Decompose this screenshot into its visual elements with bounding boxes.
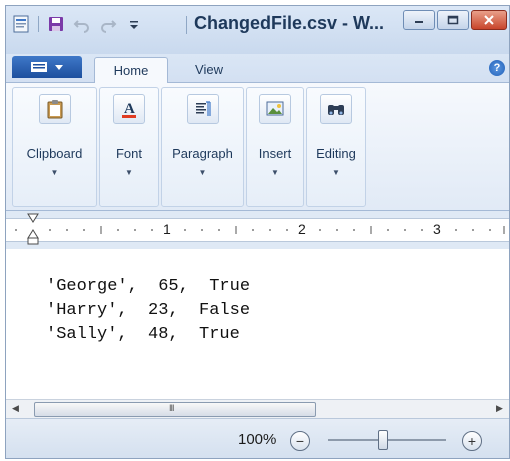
zoom-out-button[interactable]: − <box>290 431 310 451</box>
redo-icon[interactable] <box>97 14 119 34</box>
tab-view[interactable]: View <box>184 57 234 82</box>
minimize-button[interactable] <box>403 10 435 30</box>
title-separator <box>186 16 187 34</box>
tab-home[interactable]: Home <box>94 57 168 83</box>
title-bar: ChangedFile.csv - W... <box>6 6 509 54</box>
insert-group[interactable]: Insert ▼ <box>246 87 304 207</box>
document-line: 'George', 65, True <box>46 277 251 296</box>
document-line: 'Sally', 48, True <box>46 325 240 344</box>
clipboard-group[interactable]: Clipboard ▼ <box>12 87 97 207</box>
minimize-icon <box>415 21 423 23</box>
paragraph-group[interactable]: Paragraph ▼ <box>161 87 244 207</box>
zoom-slider-thumb[interactable] <box>378 430 388 450</box>
ruler[interactable]: 1 2 3 <box>6 211 509 249</box>
scroll-thumb[interactable]: III <box>34 402 316 417</box>
close-icon <box>484 15 494 25</box>
ruler-number: 2 <box>298 221 306 237</box>
application-menu-button[interactable] <box>12 56 82 78</box>
toolbar-separator <box>38 16 39 32</box>
insert-label: Insert <box>258 146 292 161</box>
scroll-left-icon[interactable]: ◀ <box>12 403 19 414</box>
font-color-icon: A <box>113 94 145 124</box>
chevron-down-icon <box>55 65 63 70</box>
help-icon[interactable]: ? <box>489 60 505 76</box>
ruler-bar: 1 2 3 <box>6 218 509 242</box>
chevron-down-icon: ▼ <box>50 168 59 177</box>
paragraph-label: Paragraph <box>172 146 233 161</box>
chevron-down-icon: ▼ <box>125 168 133 177</box>
ribbon-tabs: Home View ? <box>6 54 509 83</box>
zoom-in-button[interactable]: + <box>462 431 482 451</box>
wordpad-window: ChangedFile.csv - W... Home View ? Clipb… <box>5 5 510 459</box>
scroll-right-icon[interactable]: ▶ <box>496 403 503 414</box>
status-bar: 100% − + <box>6 418 509 458</box>
close-button[interactable] <box>471 10 507 30</box>
maximize-icon <box>447 15 459 25</box>
editing-group[interactable]: Editing ▼ <box>306 87 366 207</box>
ribbon-home: Clipboard ▼ A Font ▼ Paragraph ▼ Insert … <box>6 83 509 211</box>
document-line: 'Harry', 23, False <box>46 301 251 320</box>
save-icon[interactable] <box>45 14 67 34</box>
font-group[interactable]: A Font ▼ <box>99 87 159 207</box>
quick-access-toolbar <box>10 14 145 34</box>
window-controls <box>403 10 507 30</box>
indent-marker-icon[interactable] <box>26 212 40 246</box>
svg-text:A: A <box>124 101 135 117</box>
chevron-down-icon: ▼ <box>332 168 340 177</box>
zoom-in-icon: + <box>467 433 477 449</box>
clipboard-label: Clipboard <box>26 146 83 161</box>
zoom-level: 100% <box>238 431 277 448</box>
app-icon[interactable] <box>10 14 32 34</box>
ruler-number: 3 <box>433 221 441 237</box>
customize-dropdown-icon[interactable] <box>123 14 145 34</box>
document-area[interactable]: 'George', 65, True 'Harry', 23, False 'S… <box>6 249 509 399</box>
document-menu-icon <box>31 62 47 72</box>
font-label: Font <box>115 146 142 161</box>
scroll-grip-icon: III <box>169 403 174 413</box>
chevron-down-icon: ▼ <box>271 168 279 177</box>
zoom-out-icon: − <box>295 433 305 449</box>
binoculars-icon <box>320 94 352 124</box>
clipboard-icon <box>39 94 71 124</box>
horizontal-scrollbar[interactable]: ◀ III ▶ <box>6 399 509 418</box>
paragraph-icon <box>187 94 219 124</box>
editing-label: Editing <box>316 146 356 161</box>
picture-icon <box>259 94 291 124</box>
maximize-button[interactable] <box>437 10 469 30</box>
ruler-number: 1 <box>163 221 171 237</box>
chevron-down-icon: ▼ <box>198 168 207 177</box>
undo-icon[interactable] <box>71 14 93 34</box>
window-title: ChangedFile.csv - W... <box>194 13 385 33</box>
